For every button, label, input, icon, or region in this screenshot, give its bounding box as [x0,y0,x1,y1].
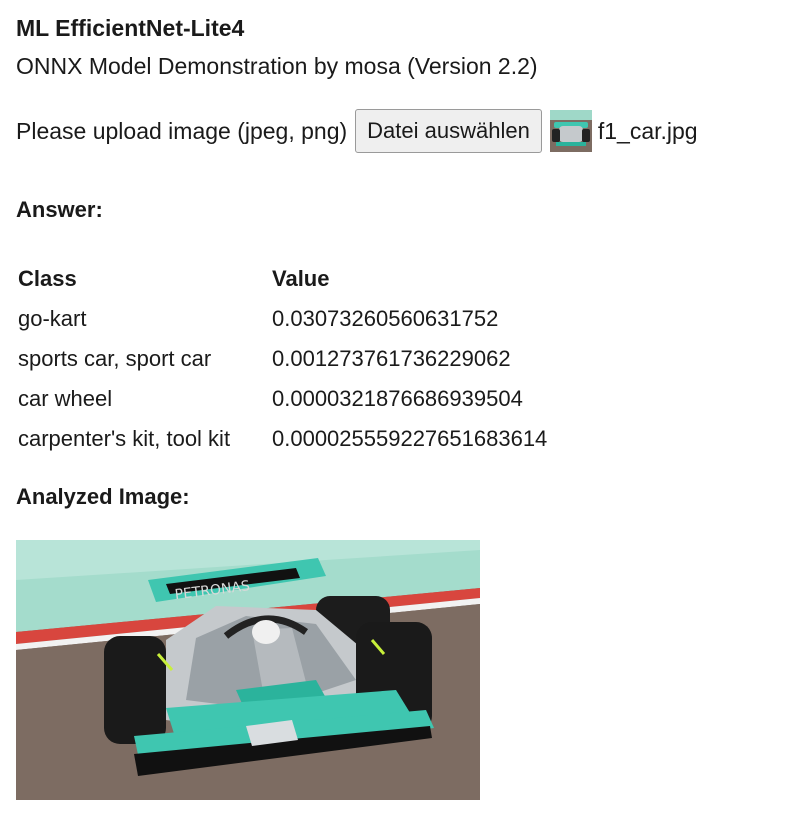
upload-row: Please upload image (jpeg, png) Datei au… [16,108,698,154]
table-header-row: Class Value [18,259,547,299]
class-cell: carpenter's kit, tool kit [18,426,231,451]
page-subtitle: ONNX Model Demonstration by mosa (Versio… [16,53,538,79]
analyzed-image: PETRONAS [16,540,480,800]
file-thumbnail [549,110,592,152]
class-cell: sports car, sport car [18,346,212,371]
value-cell: 0.001273761736229062 [272,346,511,371]
selected-file-name: f1_car.jpg [597,117,698,144]
upload-label: Please upload image (jpeg, png) [16,117,348,144]
value-cell: 0.0000321876686939504 [272,386,523,411]
results-table: Class Value go-kart 0.03073260560631752 … [18,259,547,459]
page-title: ML EfficientNet-Lite4 [16,15,245,41]
table-row: sports car, sport car 0.0012737617362290… [18,339,547,379]
analyzed-image-heading: Analyzed Image: [16,484,190,509]
class-cell: go-kart [18,306,87,331]
column-header-class: Class [18,266,77,291]
choose-file-button[interactable]: Datei auswählen [355,109,542,153]
value-cell: 0.000025559227651683614 [272,426,548,451]
page: ML EfficientNet-Lite4 ONNX Model Demonst… [0,0,794,820]
column-header-value: Value [272,266,330,291]
value-cell: 0.03073260560631752 [272,306,499,331]
table-row: carpenter's kit, tool kit 0.000025559227… [18,419,547,459]
answer-heading: Answer: [16,197,103,222]
class-cell: car wheel [18,386,113,411]
table-row: car wheel 0.0000321876686939504 [18,379,547,419]
table-row: go-kart 0.03073260560631752 [18,299,547,339]
